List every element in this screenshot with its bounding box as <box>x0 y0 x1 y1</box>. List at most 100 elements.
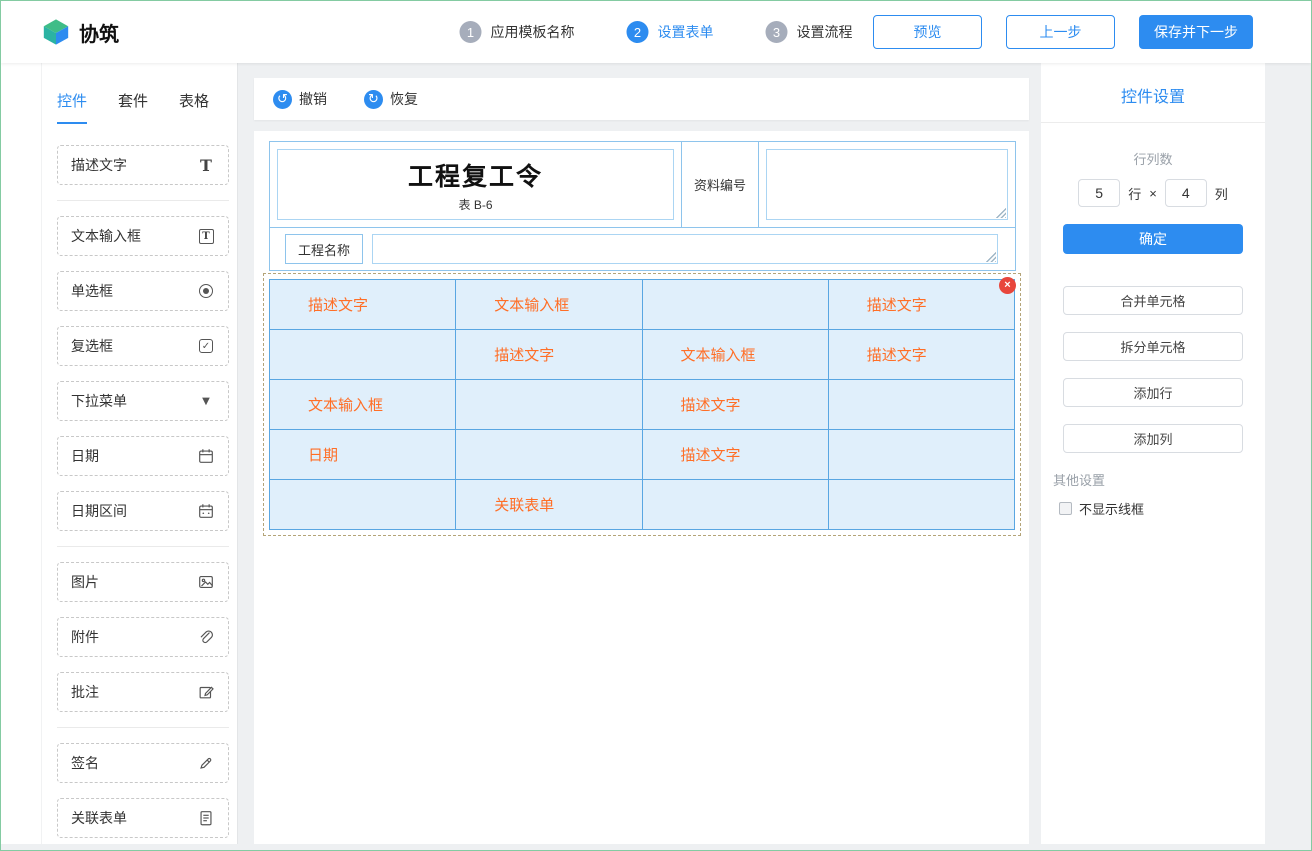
doc-number-label: 资料编号 <box>682 142 759 227</box>
table-row: 关联表单 <box>270 480 1015 530</box>
tab-kits[interactable]: 套件 <box>118 90 148 124</box>
component-linked-form[interactable]: 关联表单 <box>57 798 229 838</box>
other-settings-label: 其他设置 <box>1053 470 1265 489</box>
undo-button[interactable]: ↺ 撤销 <box>273 89 327 109</box>
app-window: 协筑 1应用模板名称2设置表单3设置流程 预览 上一步 保存并下一步 控件套件表… <box>0 0 1312 851</box>
component-attachment[interactable]: 附件 <box>57 617 229 657</box>
step-label: 设置流程 <box>797 22 853 42</box>
table-cell-r5c4[interactable] <box>828 480 1014 530</box>
settings-panel-title: 控件设置 <box>1041 63 1265 123</box>
checkbox-unchecked-icon <box>1059 502 1072 515</box>
table-cell-r4c1[interactable]: 日期 <box>270 430 456 480</box>
delete-table-button[interactable]: × <box>999 277 1016 294</box>
date-range-icon <box>196 501 216 521</box>
project-name-label[interactable]: 工程名称 <box>285 234 363 264</box>
step-app-template-name[interactable]: 1应用模板名称 <box>460 21 575 43</box>
table-cell-r1c1[interactable]: 描述文字 <box>270 280 456 330</box>
tab-controls[interactable]: 控件 <box>57 90 87 124</box>
component-checkbox[interactable]: 复选框 ✓ <box>57 326 229 366</box>
step-label: 应用模板名称 <box>491 22 575 42</box>
form-canvas: 工程复工令 表 B-6 资料编号 工程名称 × 描述 <box>254 131 1029 844</box>
component-annotation[interactable]: 批注 <box>57 672 229 712</box>
doc-number-input[interactable] <box>766 149 1008 220</box>
text-icon: T <box>196 155 216 175</box>
component-label: 下拉菜单 <box>71 391 127 411</box>
component-date-range[interactable]: 日期区间 <box>57 491 229 531</box>
table-cell-r3c1[interactable]: 文本输入框 <box>270 380 456 430</box>
component-label: 单选框 <box>71 281 113 301</box>
table-cell-r3c2[interactable] <box>456 380 642 430</box>
resize-grip-icon[interactable] <box>995 207 1006 218</box>
sidebar-tabs: 控件套件表格 <box>57 63 229 124</box>
component-label: 描述文字 <box>71 155 127 175</box>
table-cell-r5c1[interactable] <box>270 480 456 530</box>
cols-unit-label: 列 <box>1215 184 1228 203</box>
component-label: 日期 <box>71 446 99 466</box>
resize-grip-icon[interactable] <box>985 251 996 262</box>
sidebar-divider <box>57 727 229 728</box>
form-subtitle: 表 B-6 <box>458 196 492 213</box>
previous-step-button[interactable]: 上一步 <box>1006 15 1115 49</box>
component-date[interactable]: 日期 <box>57 436 229 476</box>
project-name-row: 工程名称 <box>270 227 1015 270</box>
confirm-button[interactable]: 确定 <box>1063 224 1243 254</box>
form-title: 工程复工令 <box>408 157 543 193</box>
table-cell-r4c4[interactable] <box>828 430 1014 480</box>
add-row-button[interactable]: 添加行 <box>1063 378 1243 407</box>
table-cell-r3c3[interactable]: 描述文字 <box>642 380 828 430</box>
form-table: 描述文字文本输入框描述文字描述文字文本输入框描述文字文本输入框描述文字日期描述文… <box>269 279 1015 530</box>
preview-button[interactable]: 预览 <box>873 15 982 49</box>
table-cell-r4c2[interactable] <box>456 430 642 480</box>
rows-input[interactable] <box>1078 179 1120 207</box>
component-label: 关联表单 <box>71 808 127 828</box>
checkbox-icon: ✓ <box>196 336 216 356</box>
add-column-button[interactable]: 添加列 <box>1063 424 1243 453</box>
component-dropdown[interactable]: 下拉菜单▼ <box>57 381 229 421</box>
annotation-icon <box>196 682 216 702</box>
redo-label: 恢复 <box>390 89 418 109</box>
component-text-input[interactable]: 文本输入框T <box>57 216 229 256</box>
undo-label: 撤销 <box>299 89 327 109</box>
step-flow-setup[interactable]: 3 设置流程 <box>766 21 853 43</box>
table-cell-r4c3[interactable]: 描述文字 <box>642 430 828 480</box>
component-description-text[interactable]: 描述文字 T <box>57 145 229 185</box>
form-header-block: 工程复工令 表 B-6 资料编号 工程名称 <box>269 141 1016 271</box>
component-label: 复选框 <box>71 336 113 356</box>
redo-button[interactable]: ↻ 恢复 <box>364 89 418 109</box>
table-cell-r2c3[interactable]: 文本输入框 <box>642 330 828 380</box>
table-cell-r2c1[interactable] <box>270 330 456 380</box>
project-name-input[interactable] <box>372 234 998 264</box>
step-form-setup[interactable]: 2设置表单 <box>627 21 714 43</box>
doc-number-cell <box>759 142 1015 227</box>
rowcol-inputs: 行 × 列 <box>1041 179 1265 207</box>
table-row: 描述文字文本输入框描述文字 <box>270 280 1015 330</box>
component-image[interactable]: 图片 <box>57 562 229 602</box>
save-and-next-button[interactable]: 保存并下一步 <box>1139 15 1253 49</box>
step-number: 3 <box>766 21 788 43</box>
selected-table-block[interactable]: × 描述文字文本输入框描述文字描述文字文本输入框描述文字文本输入框描述文字日期描… <box>263 273 1021 536</box>
table-cell-r2c2[interactable]: 描述文字 <box>456 330 642 380</box>
table-cell-r1c2[interactable]: 文本输入框 <box>456 280 642 330</box>
form-title-box[interactable]: 工程复工令 表 B-6 <box>277 149 674 220</box>
hide-border-checkbox[interactable]: 不显示线框 <box>1059 499 1265 518</box>
table-cell-r3c4[interactable] <box>828 380 1014 430</box>
tab-tables[interactable]: 表格 <box>179 90 209 124</box>
component-signature[interactable]: 签名 <box>57 743 229 783</box>
table-cell-r5c2[interactable]: 关联表单 <box>456 480 642 530</box>
table-row: 文本输入框 描述文字 <box>270 380 1015 430</box>
table-cell-r5c3[interactable] <box>642 480 828 530</box>
date-icon <box>196 446 216 466</box>
cols-input[interactable] <box>1165 179 1207 207</box>
component-radio[interactable]: 单选框 <box>57 271 229 311</box>
table-cell-r1c3[interactable] <box>642 280 828 330</box>
table-cell-r2c4[interactable]: 描述文字 <box>828 330 1014 380</box>
canvas-toolbar: ↺ 撤销 ↻ 恢复 <box>254 78 1029 120</box>
hide-border-label: 不显示线框 <box>1079 499 1144 518</box>
split-cells-button[interactable]: 拆分单元格 <box>1063 332 1243 361</box>
step-indicator: 1应用模板名称 2设置表单 3 设置流程 <box>460 21 853 43</box>
component-label: 批注 <box>71 682 99 702</box>
table-cell-r1c4[interactable]: 描述文字 <box>828 280 1014 330</box>
component-sidebar: 控件套件表格 描述文字 T 文本输入框T 单选框复选框 ✓ 下拉菜单▼ 日期日期区间图片附件… <box>1 63 238 844</box>
merge-cells-button[interactable]: 合并单元格 <box>1063 286 1243 315</box>
component-label: 附件 <box>71 627 99 647</box>
